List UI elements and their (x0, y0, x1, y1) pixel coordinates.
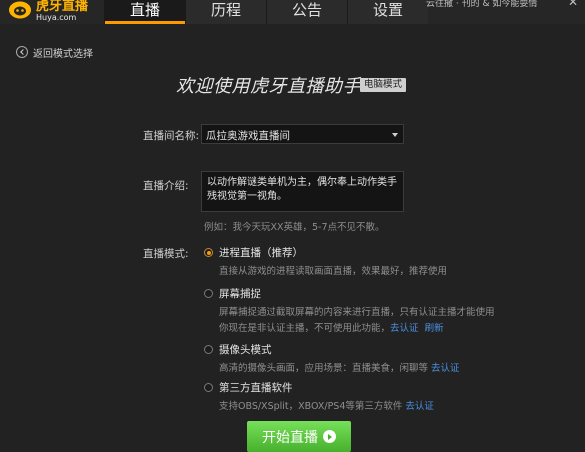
radio-third-party[interactable] (204, 383, 213, 392)
room-name-label: 直播间名称: (143, 130, 200, 142)
brand-name: 虎牙直播 (36, 0, 89, 14)
mode-camera-desc: 高清的摄像头画面，应用场景：直播美食，闲聊等 去认证 (219, 360, 460, 374)
room-name-select[interactable]: 瓜拉奥游戏直播间 (201, 124, 404, 144)
back-arrow-icon (16, 46, 28, 58)
brand-url: Huya.com (36, 13, 77, 22)
mode-screen-desc: 屏幕捕捉通过截取屏幕的内容来进行直播，只有认证主播才能使用 (219, 307, 495, 318)
page-title: 欢迎使用虎牙直播助手 (176, 76, 361, 97)
tab-history[interactable]: 历程 (185, 0, 266, 24)
intro-label: 直播介绍: (143, 180, 189, 192)
tab-announcements[interactable]: 公告 (266, 0, 347, 24)
radio-process-capture[interactable] (204, 248, 213, 257)
play-icon (323, 430, 336, 443)
start-live-button[interactable]: 开始直播 (247, 421, 351, 452)
mode-screen-desc-2-text: 你现在是非认证主播，不可使用此功能， (219, 323, 391, 334)
mode-badge: 电脑模式 (360, 78, 407, 92)
mode-process-desc: 直接从游戏的进程读取画面直播，效果最好，推荐使用 (219, 266, 448, 277)
mode-third-party-desc: 支持OBS/XSplit，XBOX/PS4等第三方软件 去认证 (219, 398, 434, 412)
back-to-mode-select[interactable]: 返回模式选择 (16, 44, 93, 60)
refresh-link[interactable]: 刷新 (425, 323, 444, 334)
tab-settings[interactable]: 设置 (347, 0, 428, 24)
huya-logo-icon (9, 1, 31, 19)
close-icon[interactable]: ✕ (565, 0, 581, 10)
verify-link[interactable]: 去认证 (390, 323, 419, 334)
chevron-down-icon (392, 133, 398, 137)
mode-camera-desc-text: 高清的摄像头画面，应用场景：直播美食，闲聊等 (219, 363, 429, 374)
radio-screen-capture[interactable] (204, 289, 213, 298)
third-party-verify-link[interactable]: 去认证 (405, 401, 434, 412)
camera-verify-link[interactable]: 去认证 (431, 363, 460, 374)
mode-third-party-title[interactable]: 第三方直播软件 (219, 380, 293, 395)
mode-third-party-desc-text: 支持OBS/XSplit，XBOX/PS4等第三方软件 (219, 401, 403, 412)
mode-process-title[interactable]: 进程直播（推荐） (219, 245, 303, 260)
mode-screen-title[interactable]: 屏幕捕捉 (219, 286, 261, 301)
top-bar: 虎牙直播 Huya.com 直播 历程 公告 设置 云往撒 · 刊的 & 如今能… (0, 0, 585, 24)
intro-textarea[interactable]: 以动作解谜类单机为主，偶尔奉上动作类手残视觉第一视角。 (201, 171, 404, 212)
start-live-label: 开始直播 (262, 429, 318, 446)
mode-screen-desc-2: 你现在是非认证主播，不可使用此功能，去认证 刷新 (219, 320, 444, 334)
radio-camera-mode[interactable] (204, 345, 213, 354)
room-name-value: 瓜拉奥游戏直播间 (206, 130, 290, 142)
intro-hint: 例如：我今天玩XX英雄，5-7点不见不散。 (204, 222, 385, 233)
user-info[interactable]: 云往撒 · 刊的 & 如今能耍情 (426, 0, 556, 10)
mode-label: 直播模式: (143, 248, 189, 260)
mode-camera-title[interactable]: 摄像头模式 (219, 342, 272, 357)
tab-live[interactable]: 直播 (104, 0, 185, 24)
back-label: 返回模式选择 (33, 48, 93, 60)
huya-logo: 虎牙直播 Huya.com (0, 0, 100, 24)
